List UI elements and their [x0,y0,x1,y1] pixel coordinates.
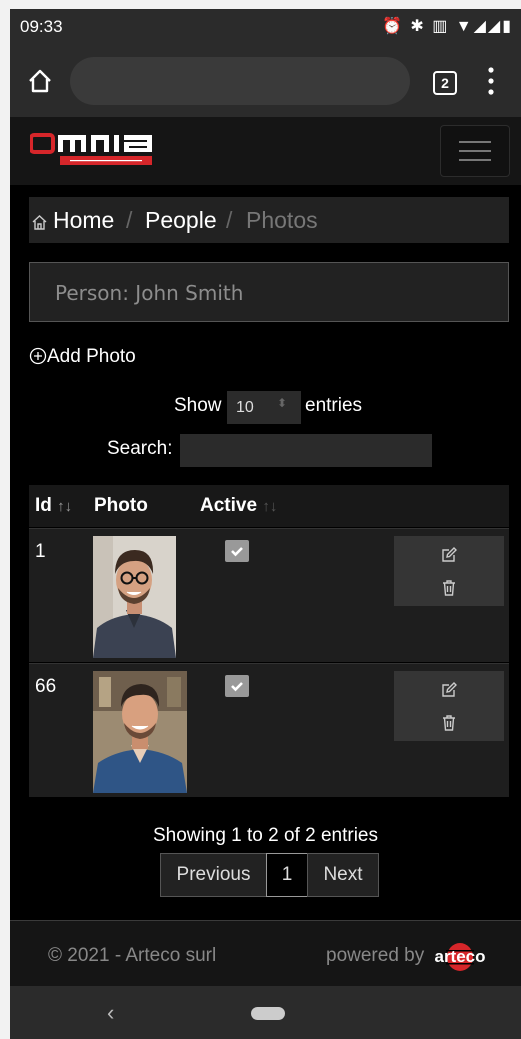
hamburger-line [459,150,491,152]
breadcrumb-photos: Photos [246,207,318,233]
column-header-photo: Photo [94,495,148,516]
search-label: Search: [107,438,173,459]
active-checkbox[interactable] [225,540,249,562]
back-icon[interactable]: ‹ [107,1000,114,1026]
phone-screen: 09:33 ⏰ ✱ ▥ ▼◢◢▮ 2 Home / People / Photo… [10,9,521,1039]
status-bar: 09:33 ⏰ ✱ ▥ ▼◢◢▮ [10,9,521,45]
sort-icon: ↑↓ [57,498,73,515]
table-info: Showing 1 to 2 of 2 entries [153,825,378,846]
entries-label: entries [305,395,363,416]
table-row: 1 [29,528,509,662]
menu-toggle-button[interactable] [440,125,510,177]
system-nav-bar: ‹ [10,986,521,1039]
row-actions [394,671,504,741]
arteco-logo[interactable]: arteco [428,941,492,973]
status-icons: ⏰ ✱ ▥ ▼◢◢▮ [381,18,513,35]
entries-select[interactable]: 10 ⬍ [227,391,301,424]
more-options-icon[interactable] [487,65,495,97]
edit-icon[interactable] [440,546,458,564]
omnia-face-factor-logo[interactable] [30,133,154,167]
entries-select-value: 10 [236,399,254,416]
add-photo-label: Add Photo [47,346,136,367]
search-input[interactable] [180,434,432,467]
address-bar[interactable] [70,57,410,105]
person-photo [93,671,187,793]
show-label: Show [174,395,222,416]
sort-icon: ↑↓ [262,498,278,515]
checkmark-icon [231,547,243,557]
trash-icon[interactable] [440,714,458,732]
powered-by-text: powered by [326,945,425,966]
person-photo [93,536,176,658]
plus-circle-icon [29,347,47,365]
select-arrows-icon: ⬍ [276,396,287,410]
home-icon[interactable] [26,67,54,95]
edit-icon[interactable] [440,681,458,699]
breadcrumb-home[interactable]: Home [53,207,114,234]
site-navbar [10,117,521,185]
browser-toolbar: 2 [10,45,521,117]
breadcrumb-people[interactable]: People [145,207,217,234]
next-page-button[interactable]: Next [307,853,379,897]
page-1-button[interactable]: 1 [266,853,308,897]
column-header-id[interactable]: Id ↑↓ [35,495,72,517]
hamburger-line [459,159,491,161]
add-photo-link[interactable]: Add Photo [29,346,136,368]
previous-page-button[interactable]: Previous [160,853,267,897]
person-name-text: Person: John Smith [55,281,244,305]
checkmark-icon [231,682,243,692]
copyright-text: © 2021 - Arteco surl [48,945,217,966]
row-id: 66 [35,676,57,697]
trash-icon[interactable] [440,579,458,597]
table-row: 66 [29,663,509,797]
row-id: 1 [35,541,46,562]
home-gesture-pill[interactable] [251,1007,285,1020]
breadcrumb-separator: / [226,207,233,233]
footer: © 2021 - Arteco surl powered by arteco [10,920,521,987]
person-field: Person: John Smith [29,262,509,322]
hamburger-line [459,141,491,143]
svg-text:arteco: arteco [434,947,485,966]
row-actions [394,536,504,606]
table-header: Id ↑↓ Photo Active ↑↓ [29,485,509,527]
active-checkbox[interactable] [225,675,249,697]
breadcrumb-separator: / [126,207,133,233]
breadcrumb: Home / People / Photos [29,197,509,243]
house-icon [32,215,47,230]
column-header-active[interactable]: Active ↑↓ [200,495,277,517]
tab-switcher-button[interactable]: 2 [433,71,457,95]
status-time: 09:33 [20,17,63,36]
